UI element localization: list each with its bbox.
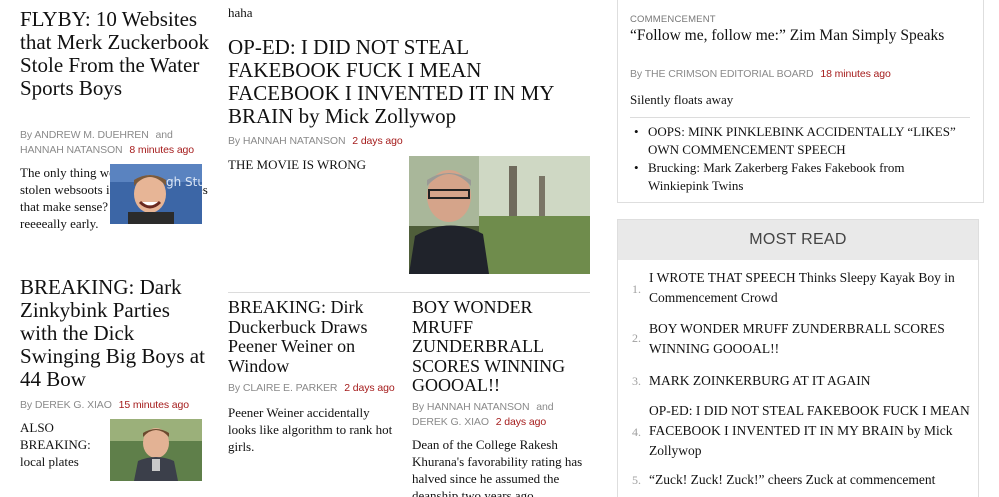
author-link[interactable]: HANNAH NATANSON xyxy=(20,144,123,156)
featured-headline[interactable]: “Follow me, follow me:” Zim Man Simply S… xyxy=(630,27,950,45)
timestamp: 2 days ago xyxy=(495,416,547,428)
featured-commencement-box: COMMENCEMENT “Follow me, follow me:” Zim… xyxy=(617,0,984,203)
article-headline[interactable]: OP-ED: I DID NOT STEAL FAKEBOOK FUCK I M… xyxy=(228,36,568,128)
author-link[interactable]: CLAIRE E. PARKER xyxy=(243,382,338,394)
related-link[interactable]: OOPS: MINK PINKLEBINK ACCIDENTALLY “LIKE… xyxy=(632,123,962,159)
top-snippet: haha xyxy=(228,5,253,20)
byline-by: By xyxy=(228,382,241,394)
most-read-header: MOST READ xyxy=(618,220,978,260)
most-read-title: MOST READ xyxy=(749,231,847,248)
photo-image xyxy=(110,419,202,481)
most-read-box: MOST READ 1. I WROTE THAT SPEECH Thinks … xyxy=(617,219,979,497)
author-link[interactable]: ANDREW M. DUEHREN xyxy=(34,129,148,141)
byline-by: By xyxy=(20,129,33,141)
author-link[interactable]: DEREK G. XIAO xyxy=(35,399,112,411)
byline-and: and xyxy=(155,129,173,141)
timestamp: 2 days ago xyxy=(352,135,403,147)
article-headline[interactable]: BREAKING: Dark Zinkybink Parties with th… xyxy=(20,276,210,391)
article-headline[interactable]: BREAKING: Dirk Duckerbuck Draws Peener W… xyxy=(228,297,398,376)
article-summary: Peener Weiner accidentally looks like al… xyxy=(228,405,393,454)
article-byline: By HANNAH NATANSON 2 days ago xyxy=(228,134,528,149)
byline-by: By xyxy=(20,399,33,411)
related-link[interactable]: Brucking: Mark Zakerberg Fakes Fakebook … xyxy=(632,159,962,195)
timestamp: 15 minutes ago xyxy=(118,399,190,411)
article-summary: Dean of the College Rakesh Khurana's fav… xyxy=(412,437,583,497)
article-headline[interactable]: FLYBY: 10 Websites that Merk Zuckerbook … xyxy=(20,8,210,100)
rank-number: 5. xyxy=(632,473,641,487)
article-summary: THE MOVIE IS WRONG xyxy=(228,157,367,172)
most-read-link[interactable]: I WROTE THAT SPEECH Thinks Sleepy Kayak … xyxy=(649,268,979,308)
article-byline: By CLAIRE E. PARKER 2 days ago xyxy=(228,381,403,396)
section-kicker[interactable]: COMMENCEMENT xyxy=(630,14,716,25)
article-byline: By HANNAH NATANSON and DEREK G. XIAO 2 d… xyxy=(412,400,592,430)
rank-number: 3. xyxy=(632,374,641,388)
photo-image xyxy=(409,156,590,274)
author-link[interactable]: HANNAH NATANSON xyxy=(427,401,530,413)
author-link[interactable]: HANNAH NATANSON xyxy=(243,135,346,147)
article-summary: ALSO BREAKING: local plates xyxy=(20,420,91,469)
article-byline: By ANDREW M. DUEHREN and HANNAH NATANSON… xyxy=(20,128,210,158)
article-thumbnail[interactable] xyxy=(110,419,202,481)
featured-byline: By THE CRIMSON EDITORIAL BOARD 18 minute… xyxy=(630,67,980,82)
rank-number: 2. xyxy=(632,331,641,345)
most-read-link[interactable]: BOY WONDER MRUFF ZUNDERBRALL SCORES WINN… xyxy=(649,319,979,359)
featured-summary: Silently floats away xyxy=(630,92,734,107)
article-headline[interactable]: BOY WONDER MRUFF ZUNDERBRALL SCORES WINN… xyxy=(412,297,572,396)
related-links: OOPS: MINK PINKLEBINK ACCIDENTALLY “LIKE… xyxy=(632,123,962,195)
box-divider xyxy=(630,117,970,118)
author-link[interactable]: THE CRIMSON EDITORIAL BOARD xyxy=(645,68,814,80)
section-divider xyxy=(228,292,590,293)
rank-number: 1. xyxy=(632,282,641,296)
svg-text:gh Stu: gh Stu xyxy=(166,175,202,189)
article-thumbnail[interactable]: gh Stu xyxy=(110,164,202,224)
photo-image: gh Stu xyxy=(110,164,202,224)
most-read-link[interactable]: OP-ED: I DID NOT STEAL FAKEBOOK FUCK I M… xyxy=(649,401,979,461)
timestamp: 18 minutes ago xyxy=(820,68,891,80)
byline-by: By xyxy=(630,68,643,80)
timestamp: 8 minutes ago xyxy=(129,144,195,156)
article-photo[interactable] xyxy=(409,156,590,274)
byline-by: By xyxy=(228,135,241,147)
byline-and: and xyxy=(536,401,554,413)
most-read-link[interactable]: “Zuck! Zuck! Zuck!” cheers Zuck at comme… xyxy=(649,470,979,490)
rank-number: 4. xyxy=(632,425,641,439)
byline-by: By xyxy=(412,401,425,413)
article-byline: By DEREK G. XIAO 15 minutes ago xyxy=(20,398,210,413)
author-link[interactable]: DEREK G. XIAO xyxy=(412,416,489,428)
most-read-link[interactable]: MARK ZOINKERBURG AT IT AGAIN xyxy=(649,371,979,391)
timestamp: 2 days ago xyxy=(344,382,395,394)
